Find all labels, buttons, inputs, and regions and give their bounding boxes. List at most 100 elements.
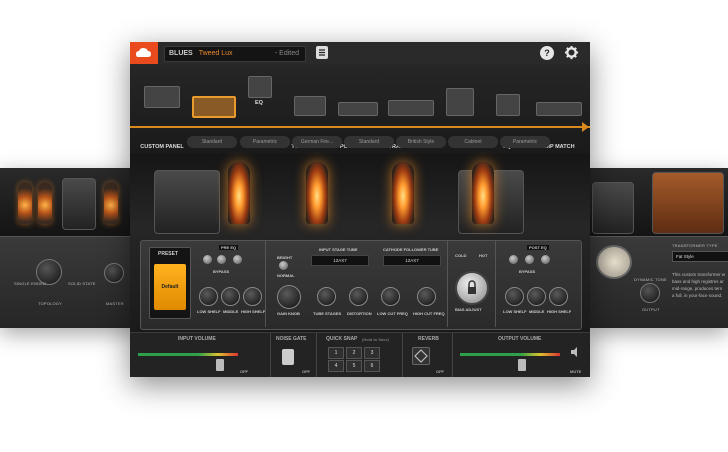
off-label: OFF: [436, 369, 444, 374]
preamp-module[interactable]: [192, 96, 236, 118]
input-volume-label: INPUT VOLUME: [178, 336, 216, 342]
custom-panel-module[interactable]: [144, 86, 180, 108]
reverb-icon[interactable]: [412, 347, 430, 365]
knob-label: LOW SHELF: [197, 309, 221, 314]
power-tube: [18, 182, 32, 224]
bias-label: BIAS ADJUST: [455, 307, 482, 312]
output-volume-fader[interactable]: [518, 359, 526, 371]
gear-icon[interactable]: [564, 45, 579, 65]
amp-match-module[interactable]: [536, 102, 582, 116]
transformer: [592, 182, 634, 234]
distortion-knob[interactable]: [349, 287, 368, 306]
cathode-tube-label: CATHODE FOLLOWER TUBE: [383, 247, 439, 252]
knob-label: GAIN KNOB: [277, 311, 300, 316]
off-label: OFF: [302, 369, 310, 374]
power-amp-type-pill[interactable]: Standard: [344, 136, 394, 148]
knob-label: TUBE STAGES: [313, 311, 342, 316]
knob-label: MIDDLE: [529, 309, 545, 314]
dynamic-tone-knob[interactable]: [640, 283, 660, 303]
snap-slot[interactable]: 4: [328, 360, 344, 372]
transformer-description: This custom transformer w bass and high …: [672, 272, 726, 298]
eq-type-pill[interactable]: Parametric: [240, 136, 290, 148]
left-module-panel: SINGLE ENDED SOLID STATE TOPOLOGY MASTER: [0, 236, 140, 328]
cab-module[interactable]: [446, 88, 474, 116]
bias-adjust-dial[interactable]: [455, 271, 489, 305]
right-module-chassis: [588, 168, 728, 236]
post-eq-switch[interactable]: [541, 255, 550, 264]
pre-eq-switch[interactable]: [217, 255, 226, 264]
power-amp-module[interactable]: [338, 102, 378, 116]
input-volume-fader[interactable]: [216, 359, 224, 371]
tube-stages-knob[interactable]: [317, 287, 336, 306]
knob-label: LOW SHELF: [503, 309, 527, 314]
knob-label: LOW CUT FREQ: [377, 311, 408, 316]
transformer-module[interactable]: [388, 100, 434, 116]
preamp-tube: [228, 162, 250, 224]
divider: [402, 333, 403, 377]
help-icon[interactable]: ?: [540, 46, 554, 60]
high-cut-knob[interactable]: [417, 287, 436, 306]
post-low-shelf-knob[interactable]: [505, 287, 524, 306]
post-eq-switch[interactable]: [509, 255, 518, 264]
cloud-logo-icon[interactable]: [130, 42, 158, 64]
gain-knob[interactable]: [277, 285, 301, 309]
pre-high-shelf-knob[interactable]: [243, 287, 262, 306]
preamp-type-pill[interactable]: Standard: [187, 136, 237, 148]
knob-label: SOLID STATE: [68, 281, 96, 286]
left-module-chassis: [0, 168, 140, 236]
speaker-mute-icon[interactable]: [570, 345, 582, 357]
tone-stack-module[interactable]: [294, 96, 326, 116]
post-middle-knob[interactable]: [527, 287, 546, 306]
master-knob[interactable]: [104, 263, 124, 283]
hot-label: HOT: [479, 253, 488, 258]
input-tube-select[interactable]: 12AX7: [311, 255, 369, 266]
transformer-type-select[interactable]: Fat Style: [672, 251, 728, 262]
reverb-label: REVERB: [418, 336, 439, 342]
bypass-label: BYPASS: [213, 269, 230, 274]
snap-slot[interactable]: 6: [364, 360, 380, 372]
chain-label: EQ: [255, 100, 263, 106]
cathode-tube-select[interactable]: 12AX7: [383, 255, 441, 266]
quick-snap-label: QUICK SNAP: [326, 336, 358, 342]
post-eq-type-pill[interactable]: Parametric: [500, 136, 550, 148]
eq-module[interactable]: [248, 76, 272, 98]
divider: [495, 241, 496, 327]
knob-label: DYNAMIC TONE: [634, 277, 667, 282]
divider: [316, 333, 317, 377]
tone-stack-type-pill[interactable]: German Fire...: [292, 136, 342, 148]
edited-flag: - Edited: [274, 50, 299, 57]
chain-label: CUSTOM PANEL: [140, 144, 184, 150]
amp-control-panel: PRESET Default PRE EQ BYPASS LOW SHELF M…: [140, 240, 582, 330]
power-tube: [104, 182, 118, 224]
power-tube: [472, 162, 494, 224]
cab-type-pill[interactable]: Cabinet: [448, 136, 498, 148]
snap-slot[interactable]: 2: [346, 347, 362, 359]
post-eq-module[interactable]: [496, 94, 520, 116]
post-eq-switch[interactable]: [525, 255, 534, 264]
transformer-type-pill[interactable]: British Style: [396, 136, 446, 148]
bottom-bar: INPUT VOLUME OFF NOISE GATE OFF QUICK SN…: [130, 332, 590, 377]
snap-slot[interactable]: 1: [328, 347, 344, 359]
bright-normal-switch[interactable]: [279, 261, 288, 270]
preset-value[interactable]: Default: [154, 264, 186, 310]
noise-gate-pedal-icon[interactable]: [282, 349, 294, 365]
bypass-label: BYPASS: [519, 269, 536, 274]
bright-label: BRIGHT: [277, 255, 293, 260]
preset-panel: PRESET Default: [149, 247, 191, 319]
pre-middle-knob[interactable]: [221, 287, 240, 306]
knob-label: HIGH CUT FREQ: [413, 311, 445, 316]
preset-selector[interactable]: BLUES Tweed Lux - Edited: [164, 46, 306, 62]
low-cut-knob[interactable]: [381, 287, 400, 306]
pre-eq-switch[interactable]: [203, 255, 212, 264]
pre-eq-switch[interactable]: [233, 255, 242, 264]
normal-label: NORMAL: [277, 273, 295, 278]
snap-slot[interactable]: 5: [346, 360, 362, 372]
cold-label: COLD: [455, 253, 467, 258]
divider: [447, 241, 448, 327]
pre-low-shelf-knob[interactable]: [199, 287, 218, 306]
snap-slot[interactable]: 3: [364, 347, 380, 359]
knob-label: OUTPUT: [642, 307, 660, 312]
chain-arrow-icon: [582, 122, 589, 132]
menu-icon[interactable]: [316, 46, 328, 59]
post-high-shelf-knob[interactable]: [549, 287, 568, 306]
